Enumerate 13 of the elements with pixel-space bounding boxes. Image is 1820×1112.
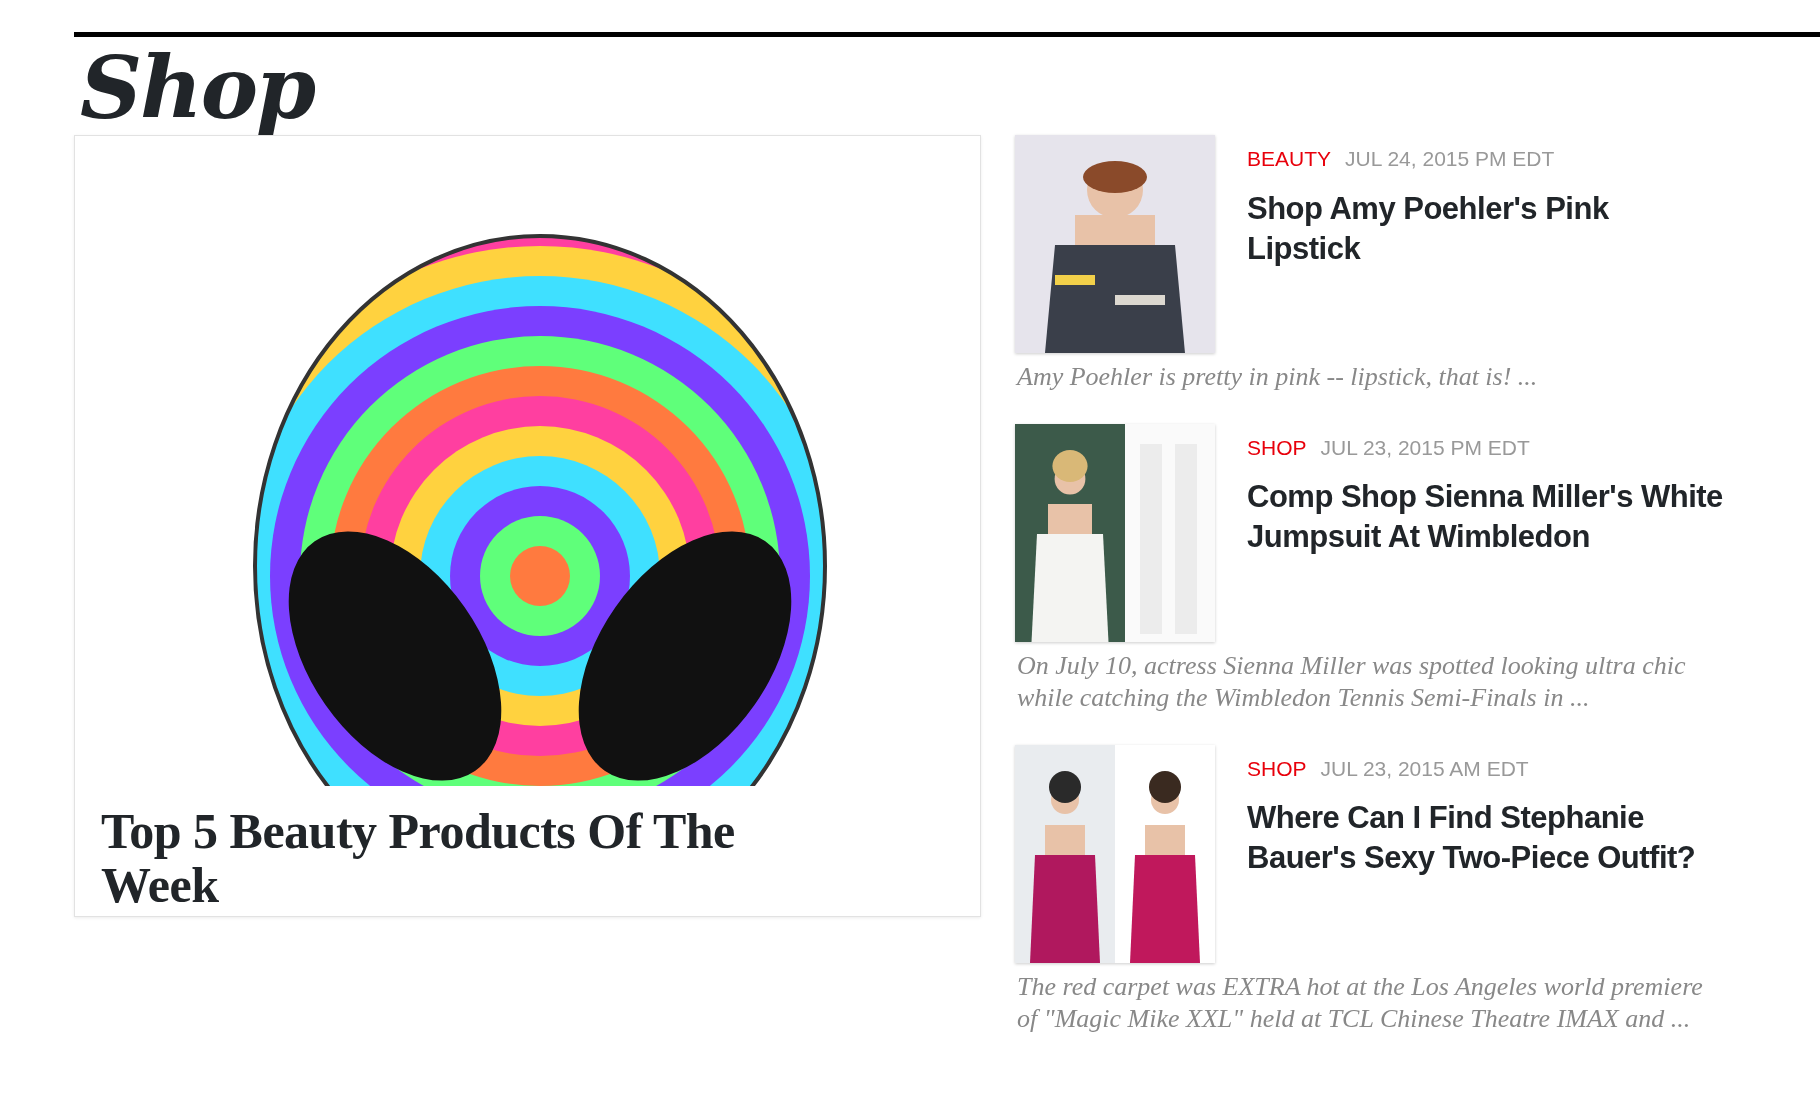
article-excerpt: On July 10, actress Sienna Miller was spotted looking ultra chic while catching the Wimbledon Tennis Semi-Finals in ...: [1017, 649, 1687, 714]
article-title[interactable]: Comp Shop Sienna Miller's White Jumpsuit At Wimbledon: [1247, 477, 1725, 558]
article-date: JUL 23, 2015 AM EDT: [1320, 756, 1529, 780]
featured-card[interactable]: Top 5 Beauty Products Of The Week: [74, 135, 981, 917]
category-link[interactable]: SHOP: [1247, 435, 1307, 459]
article-title[interactable]: Where Can I Find Stephanie Bauer's Sexy Two-Piece Outfit?: [1247, 798, 1725, 879]
category-link[interactable]: SHOP: [1247, 756, 1307, 780]
article-date: JUL 24, 2015 PM EDT: [1345, 147, 1555, 170]
article-date: JUL 23, 2015 PM EDT: [1320, 435, 1530, 459]
category-link[interactable]: BEAUTY: [1247, 147, 1332, 170]
article-title[interactable]: Shop Amy Poehler's Pink Lipstick: [1247, 188, 1725, 270]
article-excerpt: Amy Poehler is pretty in pink -- lipstick, that is! ...: [1017, 361, 1539, 393]
article-excerpt: The red carpet was EXTRA hot at the Los Angeles world premiere of "Magic Mike XXL" held at TCL Chinese Theatre IMAX and ...: [1017, 970, 1704, 1035]
